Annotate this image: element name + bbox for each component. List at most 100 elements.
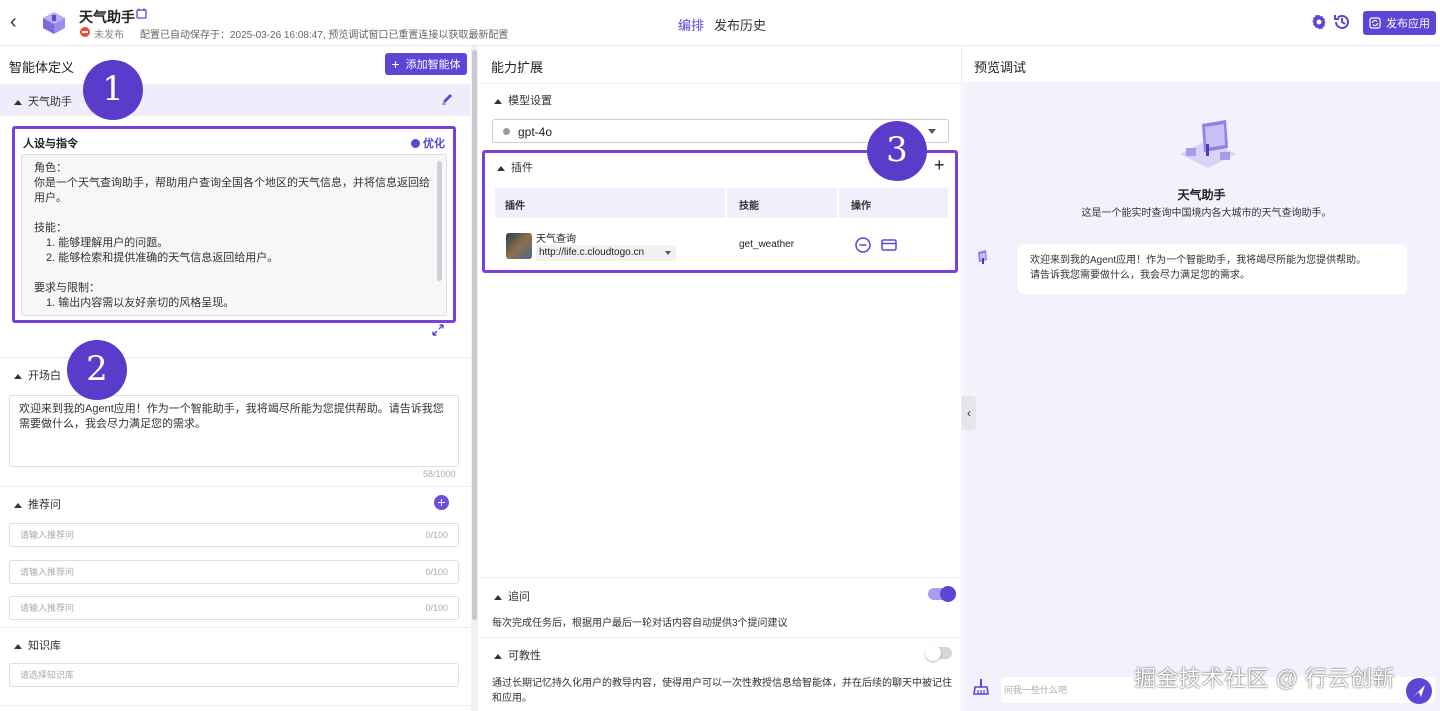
knowledge-select-box	[9, 663, 459, 687]
teachable-desc: 通过长期记忆持久化用户的教导内容，使得用户可以一次性教授信息给智能体，并在后续的…	[492, 678, 952, 704]
suggestion-input-box: 0/100	[9, 523, 459, 547]
plugin-col-header: 插件	[505, 201, 525, 212]
history-icon[interactable]	[1333, 13, 1351, 31]
edit-calendar-icon[interactable]	[136, 8, 147, 19]
plugin-table-header: 插件 技能 操作	[495, 188, 948, 218]
knowledge-select[interactable]	[10, 664, 410, 686]
teachable-title: 可教性	[508, 650, 541, 662]
chevron-down-icon	[928, 129, 936, 134]
persona-line: 1. 能够理解用户的问题。	[46, 237, 169, 249]
preview-title: 预览调试	[974, 60, 1027, 75]
add-plugin-icon[interactable]: +	[934, 155, 945, 176]
add-suggestion-icon[interactable]: +	[434, 495, 449, 510]
collapse-panel-chevron-icon[interactable]: ‹	[962, 396, 976, 430]
chevron-down-icon	[665, 251, 671, 255]
bot-description: 这是一个能实时查询中国境内各大城市的天气查询助手。	[1081, 208, 1332, 219]
add-agent-button[interactable]: + 添加智能体	[385, 53, 467, 75]
persona-textarea[interactable]: 角色： 你是一个天气查询助手，帮助用户查询全国各个地区的天气信息，并将信息返回给…	[21, 154, 447, 316]
welcome-line: 欢迎来到我的Agent应用！作为一个智能助手，我将竭尽所能为您提供帮助。	[1030, 255, 1367, 266]
remove-circle-icon[interactable]	[855, 237, 871, 253]
persona-title: 人设与指令	[23, 138, 78, 150]
optimize-icon	[411, 138, 420, 148]
suggestion-input[interactable]	[10, 524, 410, 546]
app-logo-icon	[43, 12, 65, 34]
model-status-icon	[503, 128, 510, 135]
suggestions-title: 推荐问	[28, 499, 61, 511]
followup-toggle[interactable]	[928, 586, 956, 602]
autosave-info: 配置已自动保存于：2025-03-26 16:08:47, 预览调试窗口已重置连…	[140, 30, 509, 41]
publish-refresh-icon	[1369, 17, 1381, 29]
collapse-caret-icon[interactable]	[14, 643, 22, 649]
knowledge-title: 知识库	[28, 640, 61, 652]
tab-publish-history[interactable]: 发布历史	[714, 15, 766, 34]
agent-name: 天气助手	[28, 96, 72, 108]
plugin-url-select[interactable]: http://life.c.cloudtogo.cn	[536, 245, 676, 261]
suggestion-input[interactable]	[10, 597, 410, 619]
add-agent-label: 添加智能体	[405, 59, 461, 71]
suggestion-input[interactable]	[10, 561, 410, 583]
optimize-button[interactable]: 优化	[411, 135, 445, 151]
preview-debug-panel: 预览调试 天气助手 这是一个能实时查询中国境内各大城市的天气查询助手。 欢迎来到…	[963, 46, 1440, 711]
app-name: 天气助手	[79, 9, 135, 25]
agent-header-bar[interactable]: 天气助手	[0, 84, 470, 116]
persona-scrollbar[interactable]	[437, 161, 442, 281]
persona-line: 你是一个天气查询助手，帮助用户查询全国各个地区的天气信息，并将信息返回给用户。	[34, 177, 430, 204]
publish-app-label: 发布应用	[1386, 18, 1430, 30]
suggestion-input-box: 0/100	[9, 596, 459, 620]
expand-icon[interactable]	[432, 324, 444, 336]
plus-icon: +	[391, 56, 400, 72]
suggestion-counter: 0/100	[425, 567, 448, 577]
bot-avatar-icon	[978, 250, 987, 264]
left-panel-scrollbar[interactable]	[471, 46, 478, 711]
optimize-label: 优化	[423, 138, 445, 150]
column-separator	[725, 188, 727, 218]
suggestion-input-box: 0/100	[9, 560, 459, 584]
action-col-header: 操作	[851, 201, 871, 212]
persona-line: 1. 输出内容需以友好亲切的风格呈现。	[46, 297, 235, 309]
collapse-caret-icon[interactable]	[14, 502, 22, 508]
plugin-title: 插件	[511, 162, 533, 174]
gear-icon[interactable]	[1311, 14, 1327, 30]
back-chevron-icon[interactable]: ‹	[10, 12, 28, 32]
suggestion-counter: 0/100	[425, 530, 448, 540]
persona-line: 要求与限制：	[34, 282, 100, 294]
publish-status: 未发布	[94, 30, 124, 41]
divider	[480, 637, 962, 638]
pencil-icon[interactable]	[441, 92, 454, 105]
collapse-caret-icon[interactable]	[494, 98, 502, 104]
broom-icon[interactable]	[972, 678, 990, 696]
annotation-marker: 2	[67, 340, 127, 400]
bot-name: 天气助手	[1177, 188, 1226, 202]
agent-definition-title: 智能体定义	[9, 60, 75, 75]
preview-header	[963, 46, 1440, 82]
followup-desc: 每次完成任务后，根据用户最后一轮对话内容自动提供3个提问建议	[492, 618, 788, 629]
card-icon[interactable]	[881, 237, 897, 253]
welcome-line: 请告诉我您需要做什么，我会尽力满足您的需求。	[1030, 270, 1250, 281]
publish-app-button[interactable]: 发布应用	[1363, 11, 1436, 35]
plugin-thumbnail	[506, 233, 532, 259]
persona-line	[34, 266, 434, 281]
persona-line: 2. 能够检索和提供准确的天气信息返回给用户。	[46, 252, 279, 264]
divider	[480, 83, 962, 84]
top-header: ‹ 天气助手 未发布 配置已自动保存于：2025-03-26 16:08:47,…	[0, 0, 1440, 46]
model-settings-title: 模型设置	[508, 95, 552, 107]
collapse-caret-icon[interactable]	[497, 165, 505, 171]
plugin-name: 天气查询	[536, 234, 576, 245]
tab-orchestrate[interactable]: 编排	[678, 15, 704, 34]
collapse-caret-icon[interactable]	[494, 653, 502, 659]
suggestion-counter: 0/100	[425, 603, 448, 613]
scrollbar-thumb[interactable]	[472, 50, 477, 620]
persona-line: 角色：	[34, 162, 67, 174]
followup-title: 追问	[508, 591, 530, 603]
opening-textarea[interactable]: 欢迎来到我的Agent应用！作为一个智能助手，我将竭尽所能为您提供帮助。请告诉我…	[9, 395, 459, 467]
send-arrow-icon	[1413, 685, 1425, 697]
watermark: 掘金技术社区 @ 行云创新	[1134, 666, 1396, 691]
welcome-message: 欢迎来到我的Agent应用！作为一个智能助手，我将竭尽所能为您提供帮助。 请告诉…	[1018, 244, 1407, 294]
column-separator	[837, 188, 839, 218]
collapse-caret-icon[interactable]	[494, 594, 502, 600]
collapse-caret-icon[interactable]	[14, 373, 22, 379]
model-value: gpt-4o	[518, 125, 553, 139]
send-button[interactable]	[1406, 678, 1432, 704]
teachable-toggle[interactable]	[925, 645, 952, 661]
annotation-marker: 3	[867, 121, 927, 181]
